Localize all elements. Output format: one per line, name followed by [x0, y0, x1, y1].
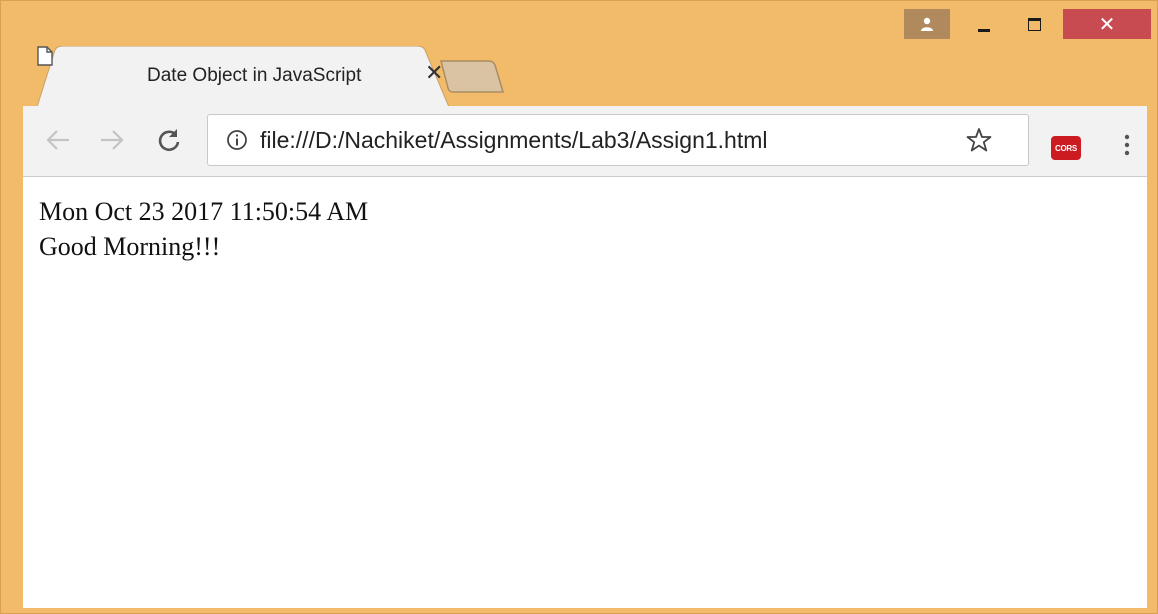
tab-title: Date Object in JavaScript [147, 65, 362, 86]
vertical-dots-icon[interactable] [1123, 134, 1131, 156]
url-text: file:///D:/Nachiket/Assignments/Lab3/Ass… [260, 127, 768, 153]
star-icon[interactable] [966, 127, 992, 153]
address-bar[interactable]: file:///D:/Nachiket/Assignments/Lab3/Ass… [207, 114, 1029, 166]
toolbar: file:///D:/Nachiket/Assignments/Lab3/Ass… [23, 106, 1147, 177]
new-tab-button[interactable] [439, 59, 505, 95]
date-text: Mon Oct 23 2017 11:50:54 AM [39, 197, 369, 226]
maximize-icon [1027, 17, 1041, 31]
greeting-text: Good Morning!!! [39, 232, 221, 261]
minimize-icon [978, 28, 990, 32]
profile-button[interactable] [904, 9, 950, 39]
reload-icon[interactable] [157, 128, 181, 152]
page-icon [37, 46, 53, 66]
tab-active[interactable]: Date Object in JavaScript ✕ [37, 46, 449, 108]
cors-extension-button[interactable]: CORS [1051, 136, 1081, 160]
close-icon: ✕ [1098, 12, 1116, 36]
person-icon [921, 17, 933, 31]
close-window-button[interactable]: ✕ [1063, 9, 1151, 39]
arrow-right-icon[interactable] [99, 128, 125, 152]
page-viewport: Mon Oct 23 2017 11:50:54 AM Good Morning… [23, 177, 1147, 608]
minimize-button[interactable] [961, 9, 1007, 39]
arrow-left-icon[interactable] [45, 128, 71, 152]
browser-window: ✕ Date Object in JavaScript ✕ file:///D:… [0, 0, 1158, 614]
info-icon[interactable] [226, 129, 248, 151]
maximize-button[interactable] [1011, 9, 1057, 39]
